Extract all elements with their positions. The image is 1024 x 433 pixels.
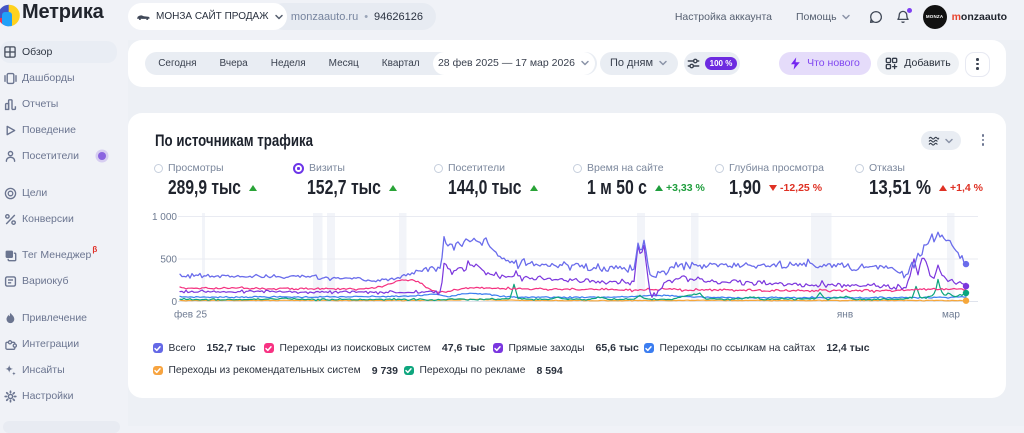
svg-text:фев 25: фев 25 xyxy=(174,309,207,321)
svg-text:янв: янв xyxy=(837,310,853,321)
svg-text:500: 500 xyxy=(160,255,177,266)
svg-text:мар: мар xyxy=(942,310,960,321)
svg-text:0: 0 xyxy=(171,297,177,308)
svg-text:1 000: 1 000 xyxy=(152,212,177,223)
